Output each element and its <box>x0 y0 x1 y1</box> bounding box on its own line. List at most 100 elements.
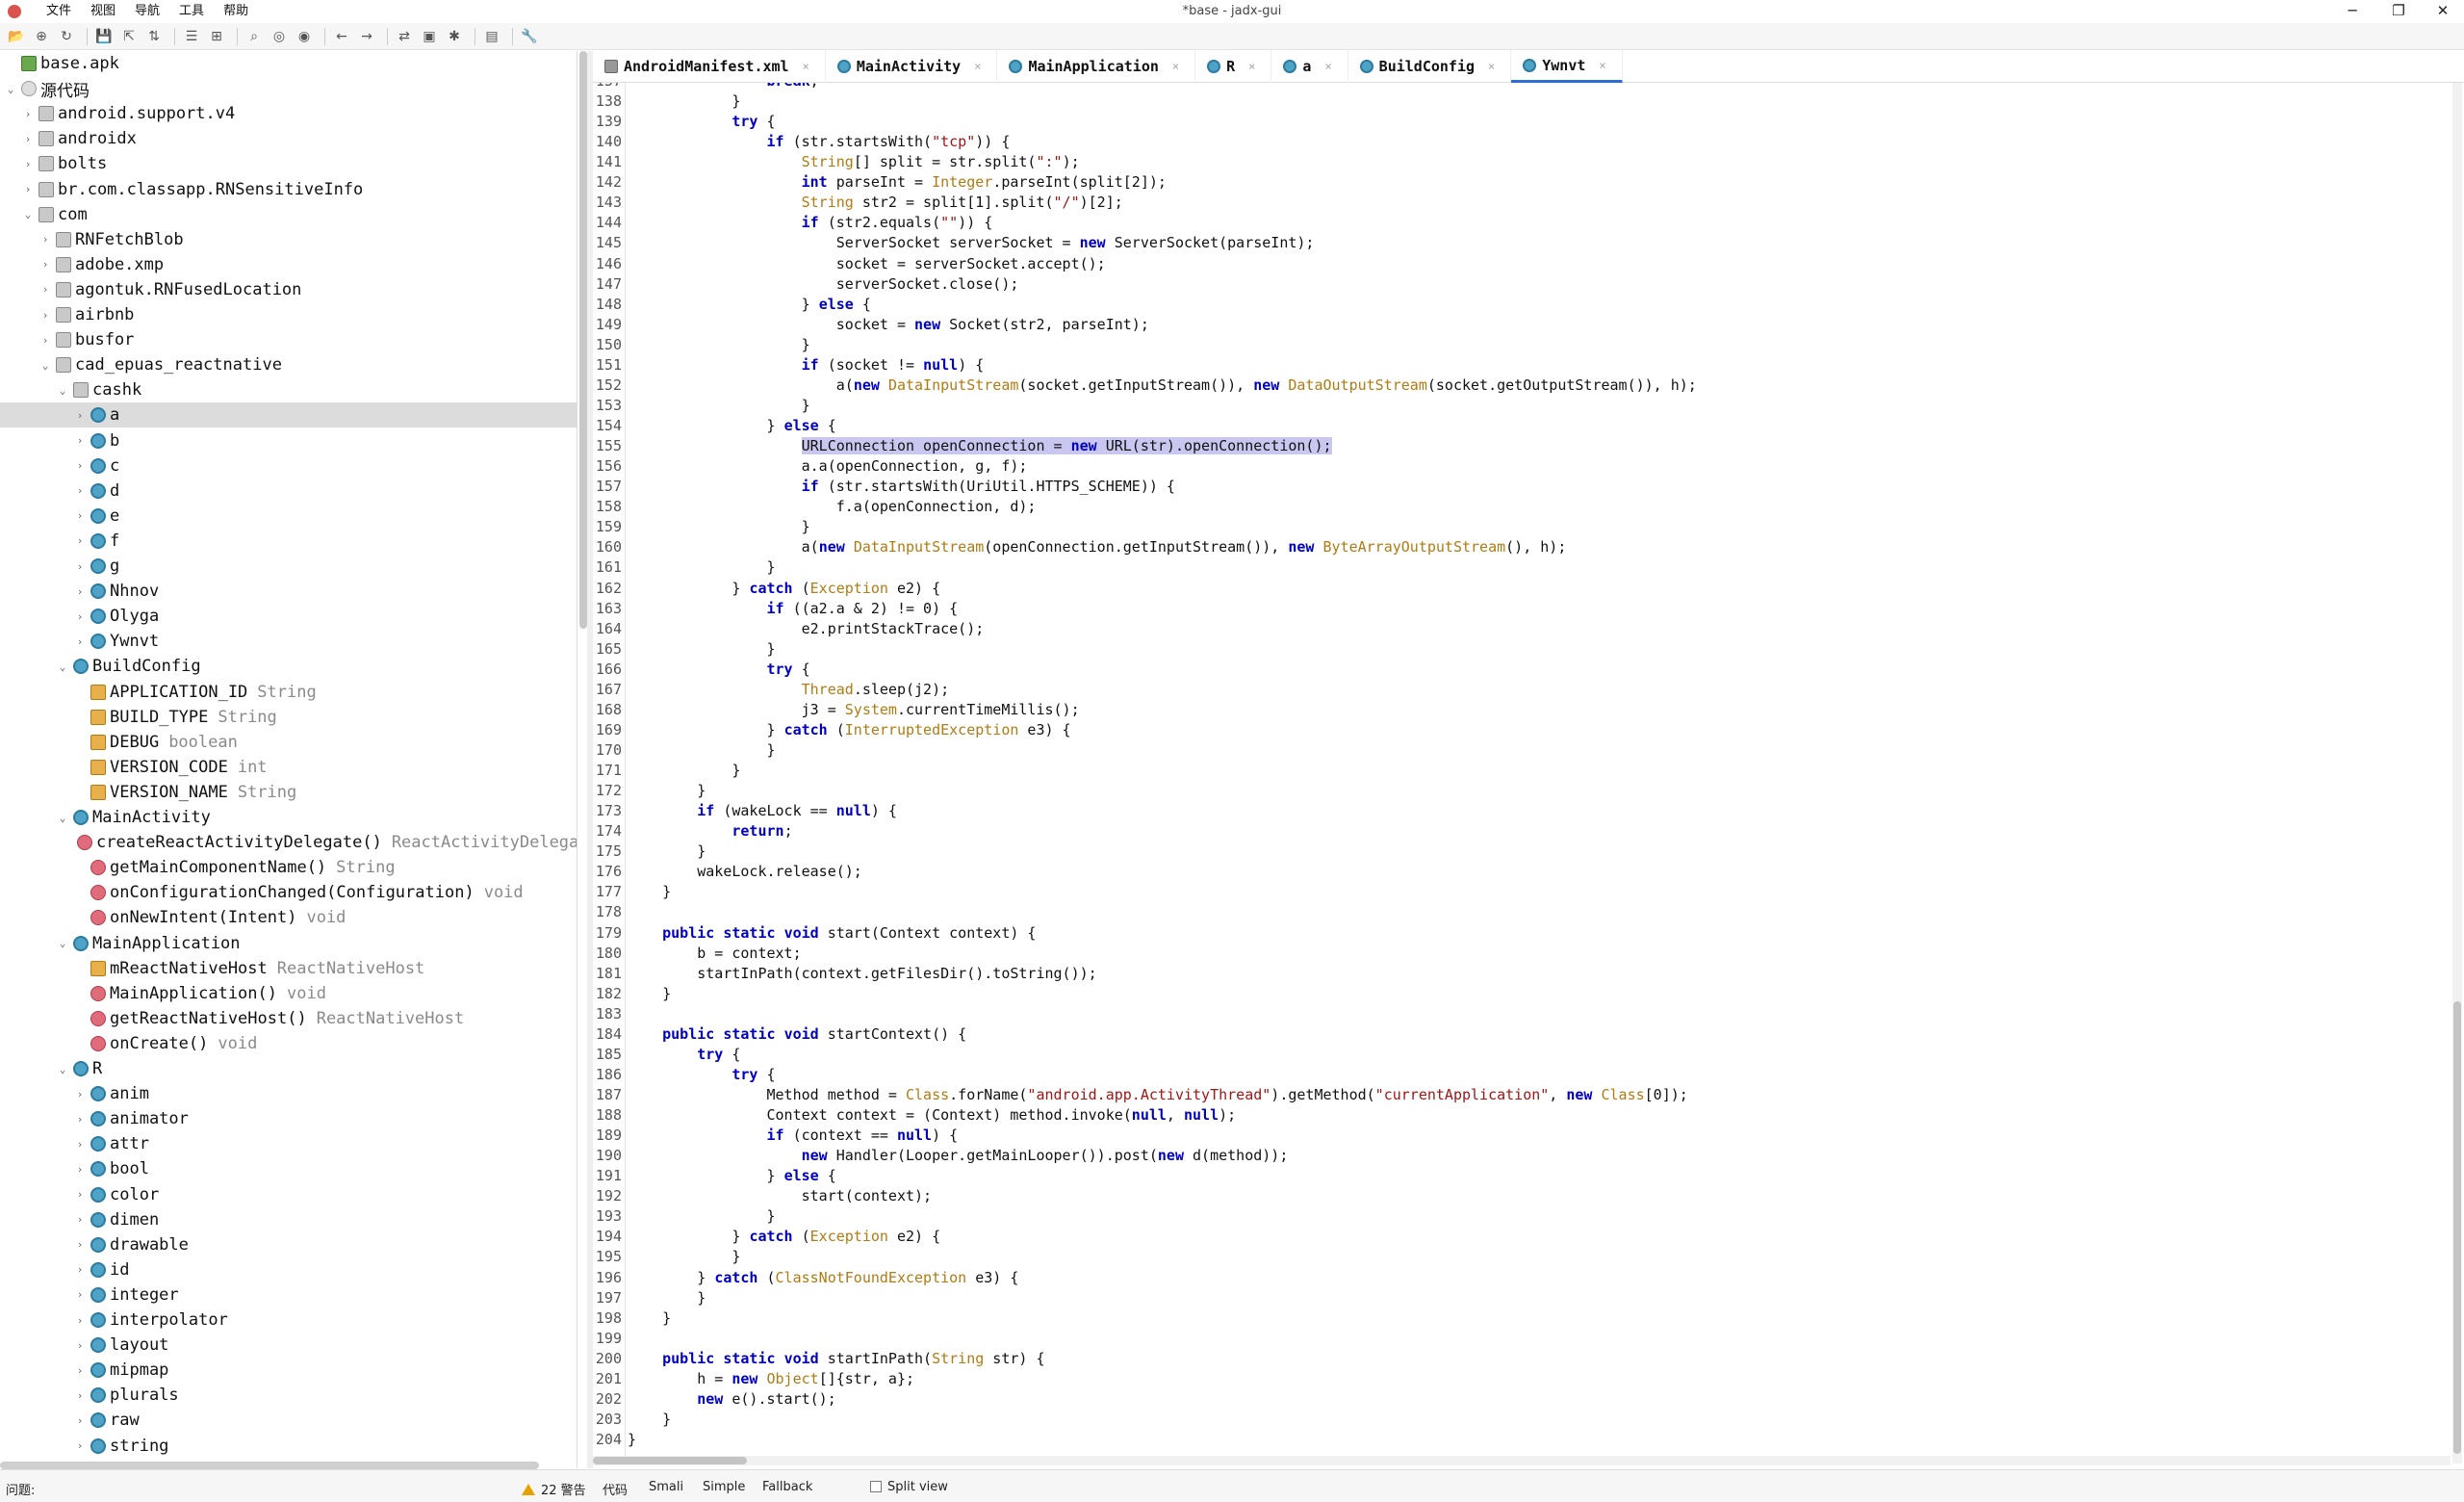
tree-node[interactable]: › f <box>0 529 577 554</box>
tree-node[interactable]: › airbnb <box>0 302 577 327</box>
tree-node[interactable]: › g <box>0 554 577 579</box>
editor-tab[interactable]: MainApplication × <box>997 50 1196 83</box>
chevron-right-icon[interactable]: › <box>21 158 35 170</box>
chevron-right-icon[interactable]: › <box>73 1389 87 1402</box>
tab-close-icon[interactable]: × <box>1599 59 1605 72</box>
tree-node[interactable]: › integer <box>0 1282 577 1308</box>
tree-node[interactable]: MainApplication() void <box>0 981 577 1006</box>
tree-node[interactable]: › busfor <box>0 327 577 352</box>
chevron-right-icon[interactable]: › <box>73 409 87 422</box>
chevron-right-icon[interactable]: › <box>73 484 87 497</box>
tree-node[interactable]: › Nhnov <box>0 579 577 604</box>
tree-node[interactable]: › adobe.xmp <box>0 252 577 277</box>
tree-node[interactable]: › layout <box>0 1333 577 1358</box>
chevron-right-icon[interactable]: › <box>21 108 35 120</box>
tab-close-icon[interactable]: × <box>974 60 981 73</box>
chevron-right-icon[interactable]: › <box>73 610 87 623</box>
tree-node[interactable]: › plurals <box>0 1383 577 1408</box>
tree-node[interactable]: ⌄ 源代码 <box>0 76 577 101</box>
tree-node[interactable]: › id <box>0 1257 577 1282</box>
chevron-right-icon[interactable]: › <box>73 1414 87 1427</box>
tree-node[interactable]: base.apk <box>0 51 577 76</box>
settings-wrench-icon[interactable]: 🔧 <box>519 26 540 47</box>
chevron-right-icon[interactable]: › <box>73 635 87 648</box>
forward-icon[interactable]: → <box>356 26 377 47</box>
flatten-icon[interactable]: ☰ <box>181 26 202 47</box>
chevron-down-icon[interactable]: ⌄ <box>56 812 69 824</box>
tree-node[interactable]: BUILD_TYPE String <box>0 705 577 730</box>
tree-node[interactable]: › color <box>0 1182 577 1207</box>
tree-node[interactable]: › mipmap <box>0 1358 577 1383</box>
chevron-down-icon[interactable]: ⌄ <box>56 660 69 673</box>
tree-node[interactable]: › bolts <box>0 151 577 176</box>
chevron-right-icon[interactable]: › <box>73 1113 87 1126</box>
chevron-right-icon[interactable]: › <box>73 1188 87 1201</box>
tree-node[interactable]: APPLICATION_ID String <box>0 680 577 705</box>
chevron-right-icon[interactable]: › <box>21 133 35 145</box>
export-icon[interactable]: ⇱ <box>118 26 140 47</box>
tree-node[interactable]: › bool <box>0 1156 577 1181</box>
chevron-right-icon[interactable]: › <box>73 459 87 472</box>
tree-horizontal-scrollbar[interactable] <box>0 1462 539 1469</box>
chevron-right-icon[interactable]: › <box>73 434 87 447</box>
tree-node[interactable]: VERSION_NAME String <box>0 780 577 805</box>
menu-help[interactable]: 帮助 <box>214 0 258 23</box>
minimize-button[interactable]: ─ <box>2333 1 2372 22</box>
tree-node[interactable]: ⌄ R <box>0 1056 577 1081</box>
editor-vertical-scroll-thumb[interactable] <box>2453 1001 2461 1454</box>
tab-close-icon[interactable]: × <box>1488 60 1495 73</box>
tree-icon[interactable]: ⊞ <box>206 26 227 47</box>
reload-icon[interactable]: ↻ <box>56 26 77 47</box>
chevron-right-icon[interactable]: › <box>73 509 87 522</box>
menu-file[interactable]: 文件 <box>37 0 81 23</box>
view-smali-tab[interactable]: Smali <box>649 1480 683 1494</box>
menu-tools[interactable]: 工具 <box>169 0 214 23</box>
tree-node[interactable]: › dimen <box>0 1207 577 1232</box>
editor-tab[interactable]: BuildConfig × <box>1348 50 1512 83</box>
tree-node[interactable]: › drawable <box>0 1232 577 1257</box>
tree-node[interactable]: › b <box>0 428 577 453</box>
tree-node[interactable]: › a <box>0 402 577 428</box>
tree-node[interactable]: getReactNativeHost() ReactNativeHost <box>0 1006 577 1031</box>
chevron-right-icon[interactable]: › <box>73 1263 87 1276</box>
tree-node[interactable]: › animator <box>0 1106 577 1131</box>
search-icon[interactable]: ⌕ <box>244 26 265 47</box>
tree-node[interactable]: › Olyga <box>0 604 577 629</box>
tree-node[interactable]: getMainComponentName() String <box>0 855 577 880</box>
chevron-down-icon[interactable]: ⌄ <box>56 937 69 949</box>
tree-node[interactable]: ⌄ cad_epuas_reactnative <box>0 352 577 377</box>
tree-node[interactable]: ⌄ cashk <box>0 377 577 402</box>
tree-node[interactable]: › string <box>0 1434 577 1459</box>
chevron-right-icon[interactable]: › <box>73 1339 87 1352</box>
chevron-down-icon[interactable]: ⌄ <box>56 1063 69 1075</box>
chevron-right-icon[interactable]: › <box>38 309 52 322</box>
chevron-right-icon[interactable]: › <box>73 1138 87 1151</box>
chevron-down-icon[interactable]: ⌄ <box>56 384 69 397</box>
chevron-down-icon[interactable]: ⌄ <box>21 208 35 220</box>
code-editor[interactable]: 137 break;138 }139 try {140 if (str.star… <box>593 83 2451 1463</box>
tree-node[interactable]: › anim <box>0 1081 577 1106</box>
log-icon[interactable]: ▤ <box>481 26 502 47</box>
editor-tab[interactable]: Ywnvt × <box>1511 50 1623 83</box>
tree-node[interactable]: › interpolator <box>0 1308 577 1333</box>
tree-node[interactable]: › br.com.classapp.RNSensitiveInfo <box>0 177 577 202</box>
tree-node[interactable]: › c <box>0 453 577 479</box>
chevron-down-icon[interactable]: ⌄ <box>4 83 17 95</box>
open-file-icon[interactable]: 📂 <box>6 26 27 47</box>
chevron-right-icon[interactable]: › <box>73 1288 87 1301</box>
debug-icon[interactable]: ✱ <box>444 26 465 47</box>
tree-node[interactable]: DEBUG boolean <box>0 730 577 755</box>
editor-horizontal-scroll-thumb[interactable] <box>593 1457 747 1464</box>
tree-node[interactable]: › raw <box>0 1408 577 1433</box>
tab-close-icon[interactable]: × <box>1324 60 1331 73</box>
save-icon[interactable]: 💾 <box>93 26 115 47</box>
tree-node[interactable]: ⌄ MainApplication <box>0 931 577 956</box>
tree-node[interactable]: › e <box>0 504 577 529</box>
tree-node[interactable]: › Ywnvt <box>0 629 577 654</box>
menu-view[interactable]: 视图 <box>81 0 125 23</box>
chevron-right-icon[interactable]: › <box>73 1163 87 1176</box>
tab-close-icon[interactable]: × <box>1172 60 1179 73</box>
tree-node[interactable]: › RNFetchBlob <box>0 227 577 252</box>
chevron-right-icon[interactable]: › <box>38 283 52 296</box>
deobfuscation-icon[interactable]: ⇄ <box>394 26 415 47</box>
